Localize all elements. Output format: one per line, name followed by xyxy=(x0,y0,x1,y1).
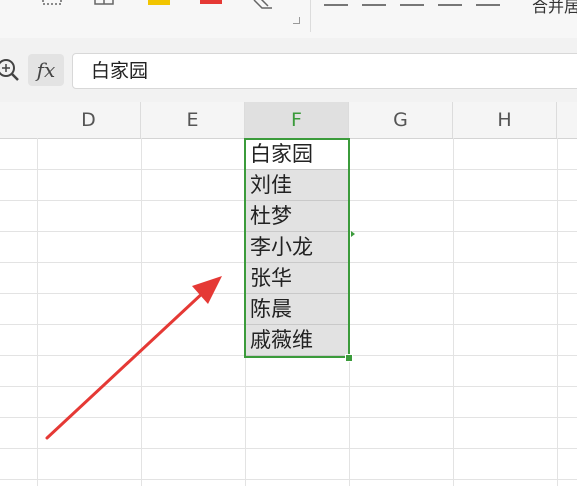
annotation-arrow-icon xyxy=(45,276,222,440)
